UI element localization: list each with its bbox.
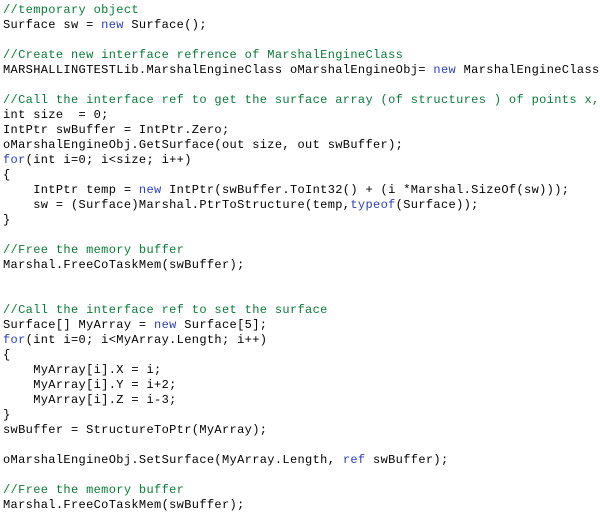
code-text-token: MyArray[i].X = i; <box>3 363 162 377</box>
code-line: sw = (Surface)Marshal.PtrToStructure(tem… <box>3 198 600 213</box>
code-line: Marshal.FreeCoTaskMem(swBuffer); <box>3 258 600 273</box>
code-line: //Call the interface ref to get the surf… <box>3 93 600 108</box>
code-text-token: MyArray[i].Z = i-3; <box>3 393 177 407</box>
code-comment-token: //Free the memory buffer <box>3 243 185 257</box>
code-comment-token: //Call the interface ref to set the surf… <box>3 303 328 317</box>
code-comment-token: //temporary object <box>3 3 139 17</box>
code-text-token: Surface[5]; <box>176 318 268 332</box>
code-text-token: Surface sw = <box>3 18 102 32</box>
code-line: //Free the memory buffer <box>3 243 600 258</box>
code-line: oMarshalEngineObj.SetSurface(MyArray.Len… <box>3 453 600 468</box>
code-line: for(int i=0; i<MyArray.Length; i++) <box>3 333 600 348</box>
code-line: } <box>3 213 600 228</box>
code-line: IntPtr temp = new IntPtr(swBuffer.ToInt3… <box>3 183 600 198</box>
code-line: MyArray[i].Y = i+2; <box>3 378 600 393</box>
code-keyword-token: new <box>433 63 457 77</box>
code-text-token: MARSHALLINGTESTLib.MarshalEngineClass oM… <box>3 63 434 77</box>
code-keyword-token: new <box>138 183 162 197</box>
code-text-token: oMarshalEngineObj.GetSurface(out size, o… <box>3 138 404 152</box>
code-text-token: swBuffer = StructureToPtr(MyArray); <box>3 423 268 437</box>
code-text-token: IntPtr temp = <box>3 183 139 197</box>
code-text-token: } <box>3 408 11 422</box>
code-text-token: oMarshalEngineObj.SetSurface(MyArray.Len… <box>3 453 343 467</box>
code-line: Surface[] MyArray = new Surface[5]; <box>3 318 600 333</box>
code-line: //Create new interface refrence of Marsh… <box>3 48 600 63</box>
code-viewer[interactable]: //temporary object Surface sw = new Surfa… <box>0 0 600 512</box>
code-line: IntPtr swBuffer = IntPtr.Zero; <box>3 123 600 138</box>
code-text-token: sw = (Surface)Marshal.PtrToStructure(tem… <box>3 198 351 212</box>
code-text-token: IntPtr swBuffer = IntPtr.Zero; <box>3 123 230 137</box>
code-text-token: MarshalEngineClass(); <box>463 63 600 77</box>
code-text-token: MyArray[i].Y = i+2; <box>3 378 177 392</box>
code-line: { <box>3 348 600 363</box>
code-keyword-token: new <box>101 18 124 32</box>
code-text-token: (Surface)); <box>395 198 479 212</box>
code-keyword-token: typeof <box>350 198 396 212</box>
code-keyword-token: for <box>3 153 26 167</box>
code-keyword-token: for <box>3 333 26 347</box>
code-line: oMarshalEngineObj.GetSurface(out size, o… <box>3 138 600 153</box>
code-text-token: } <box>3 213 11 227</box>
code-line: for(int i=0; i<size; i++) <box>3 153 600 168</box>
code-comment-token: //Create new interface refrence of Marsh… <box>3 48 404 62</box>
code-text-token: Marshal.FreeCoTaskMem(swBuffer); <box>3 258 245 272</box>
code-text-token: IntPtr(swBuffer.ToInt32() + (i *Marshal.… <box>161 183 570 197</box>
code-text-token: Marshal.FreeCoTaskMem(swBuffer); <box>3 498 245 512</box>
code-line: //temporary object <box>3 3 600 18</box>
code-line: MARSHALLINGTESTLib.MarshalEngineClass oM… <box>3 63 600 78</box>
code-text-token: Surface[] MyArray = <box>3 318 155 332</box>
code-line: } <box>3 408 600 423</box>
code-keyword-token: new <box>154 318 177 332</box>
code-line: //Free the memory buffer <box>3 483 600 498</box>
code-line: MyArray[i].Z = i-3; <box>3 393 600 408</box>
code-line: MyArray[i].X = i; <box>3 363 600 378</box>
code-text-token: int size = 0; <box>3 108 109 122</box>
code-line: Surface sw = new Surface(); <box>3 18 600 33</box>
code-text-token: (int i=0; i<size; i++) <box>25 153 192 167</box>
code-line: Marshal.FreeCoTaskMem(swBuffer); <box>3 498 600 513</box>
code-text-token: Surface(); <box>123 18 207 32</box>
code-text-token: { <box>3 348 11 362</box>
code-keyword-token: ref <box>342 453 366 467</box>
code-line: //Call the interface ref to set the surf… <box>3 303 600 318</box>
code-line: int size = 0; <box>3 108 600 123</box>
code-text-token: { <box>3 168 11 182</box>
code-comment-token: //Call the interface ref to get the surf… <box>3 93 600 107</box>
code-text-token: (int i=0; i<MyArray.Length; i++) <box>25 333 268 347</box>
code-line: { <box>3 168 600 183</box>
code-line: swBuffer = StructureToPtr(MyArray); <box>3 423 600 438</box>
code-comment-token: //Free the memory buffer <box>3 483 185 497</box>
code-line-list: //temporary object Surface sw = new Surfa… <box>3 3 600 513</box>
code-text-token: swBuffer); <box>365 453 449 467</box>
